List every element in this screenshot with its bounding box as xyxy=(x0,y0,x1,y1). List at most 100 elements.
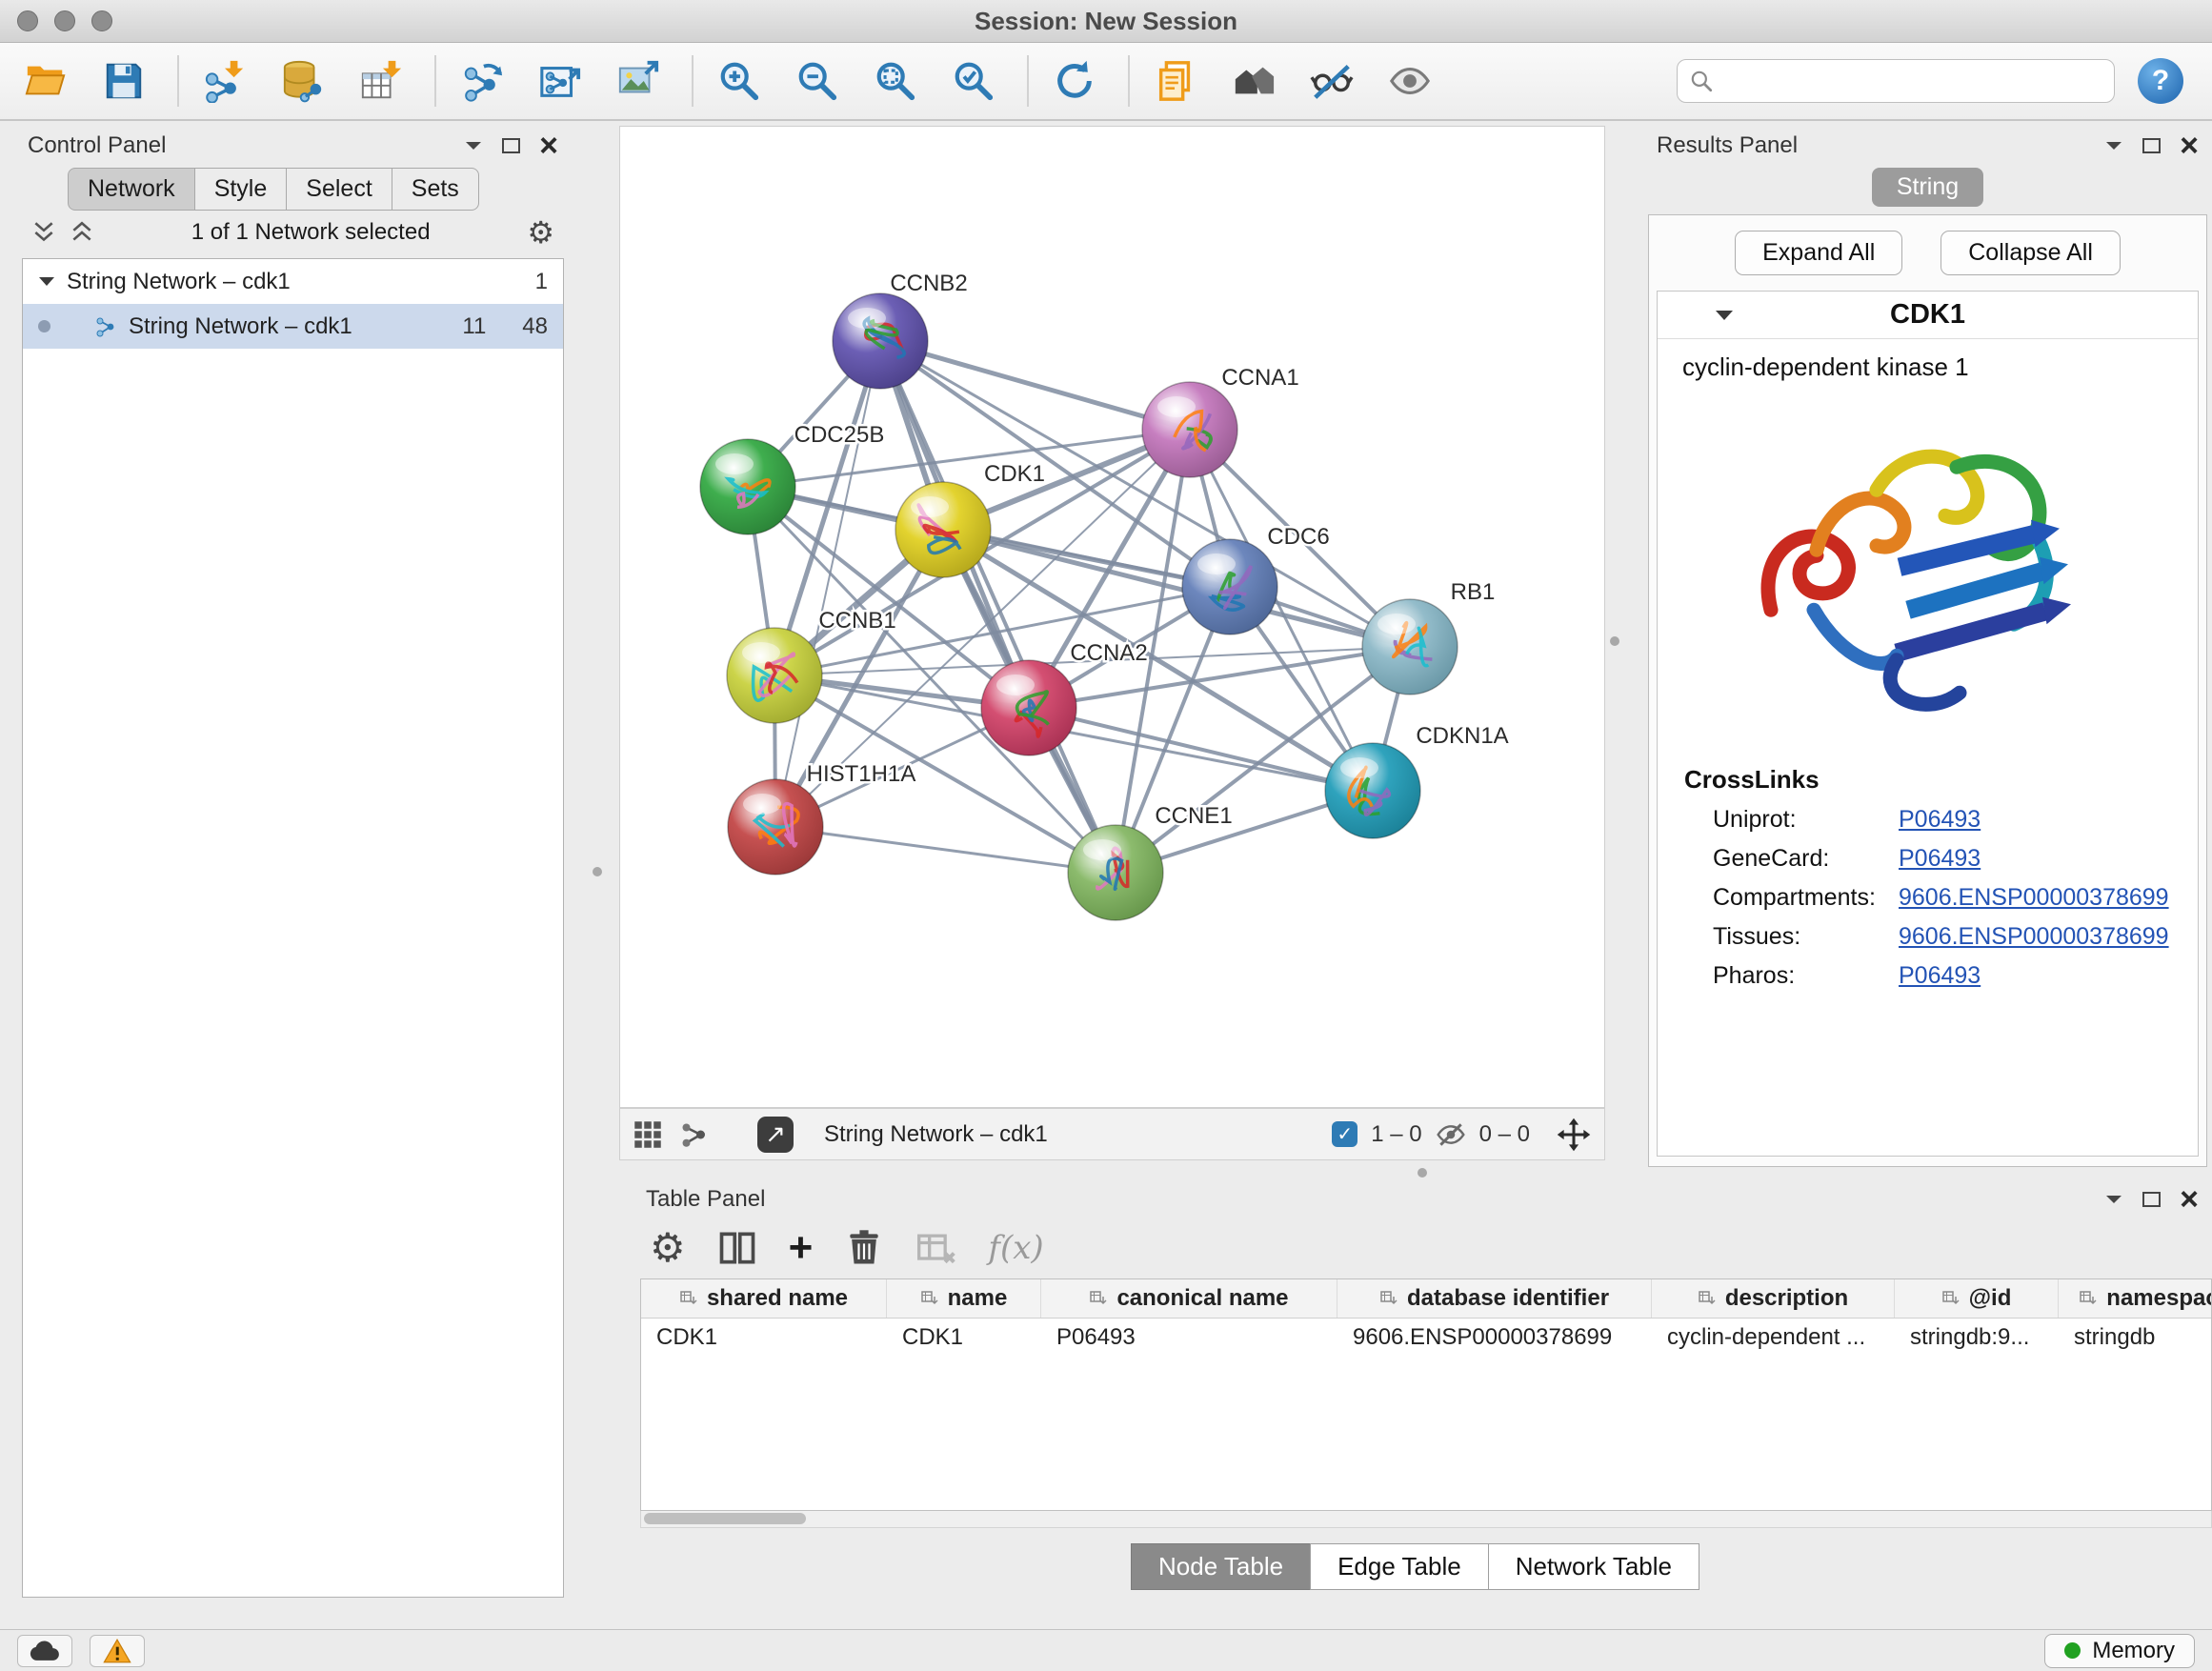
tab-string[interactable]: String xyxy=(1872,168,1983,207)
search-input[interactable] xyxy=(1723,68,2102,94)
float-panel-icon[interactable] xyxy=(2142,138,2161,153)
table-cell[interactable]: stringdb xyxy=(2059,1319,2212,1356)
column-header-canonical-name[interactable]: canonical name xyxy=(1041,1279,1337,1318)
section-collapse-icon[interactable] xyxy=(1715,310,1734,322)
crosslink-link[interactable]: 9606.ENSP00000378699 xyxy=(1899,923,2169,951)
table-cell[interactable]: P06493 xyxy=(1041,1319,1337,1356)
tab-node-table[interactable]: Node Table xyxy=(1131,1543,1311,1590)
expand-all-icon[interactable] xyxy=(31,221,56,244)
open-session-button[interactable] xyxy=(19,54,72,108)
new-network-button[interactable] xyxy=(455,54,509,108)
add-column-icon[interactable]: + xyxy=(789,1229,814,1267)
network-node-CCNA1[interactable]: CCNA1 xyxy=(1142,365,1299,477)
import-table-button[interactable] xyxy=(354,54,408,108)
left-splitter-handle[interactable] xyxy=(593,867,602,876)
network-collection-row[interactable]: String Network – cdk1 1 xyxy=(23,259,563,304)
hidden-eye-icon[interactable] xyxy=(1436,1119,1466,1150)
column-header-shared-name[interactable]: shared name xyxy=(641,1279,887,1318)
collapse-triangle-icon[interactable] xyxy=(38,276,55,288)
network-edge[interactable] xyxy=(775,341,880,827)
panel-menu-icon[interactable] xyxy=(464,140,483,152)
table-horizontal-scrollbar[interactable] xyxy=(640,1511,2212,1528)
zoom-in-button[interactable] xyxy=(713,54,766,108)
panel-menu-icon[interactable] xyxy=(2104,140,2123,152)
scrollbar-thumb[interactable] xyxy=(644,1513,806,1524)
move-crosshair-icon[interactable] xyxy=(1557,1117,1591,1152)
status-bar: Memory xyxy=(0,1629,2212,1671)
crosslink-link[interactable]: P06493 xyxy=(1899,806,1981,834)
help-button[interactable]: ? xyxy=(2138,58,2183,104)
export-network-button[interactable]: ↗ xyxy=(757,1117,794,1153)
zoom-selected-button[interactable] xyxy=(947,54,1000,108)
panel-menu-icon[interactable] xyxy=(2104,1194,2123,1206)
network-node-HIST1H1A[interactable]: HIST1H1A xyxy=(728,761,915,875)
float-panel-icon[interactable] xyxy=(2142,1192,2161,1207)
export-image-button[interactable] xyxy=(612,54,665,108)
network-edge[interactable] xyxy=(880,341,1116,873)
table-cell[interactable]: CDK1 xyxy=(887,1319,1041,1356)
columns-icon[interactable] xyxy=(716,1227,758,1269)
tab-sets[interactable]: Sets xyxy=(392,168,479,211)
column-header-namespac[interactable]: namespac xyxy=(2059,1279,2212,1318)
warnings-button[interactable] xyxy=(90,1635,145,1667)
tab-style[interactable]: Style xyxy=(194,168,288,211)
crosslink-link[interactable]: 9606.ENSP00000378699 xyxy=(1899,884,2169,912)
close-panel-icon[interactable]: × xyxy=(2180,136,2199,155)
export-image-icon xyxy=(616,59,660,103)
overview-button[interactable] xyxy=(1227,54,1280,108)
right-splitter-handle[interactable] xyxy=(1610,636,1619,646)
network-node-CCNB1[interactable]: CCNB1 xyxy=(727,608,896,723)
network-node-CDK1[interactable]: CDK1 xyxy=(895,461,1045,577)
collapse-all-icon[interactable] xyxy=(70,221,94,244)
import-network-database-button[interactable] xyxy=(276,54,330,108)
show-graphics-button[interactable] xyxy=(1383,54,1437,108)
crosslink-link[interactable]: P06493 xyxy=(1899,845,1981,873)
birdseye-grid-icon[interactable] xyxy=(633,1120,662,1149)
network-node-CCNB2[interactable]: CCNB2 xyxy=(833,271,968,389)
network-node-CDC6[interactable]: CDC6 xyxy=(1182,524,1330,634)
duplicate-document-button[interactable] xyxy=(1149,54,1202,108)
tab-select[interactable]: Select xyxy=(286,168,392,211)
network-share-icon[interactable] xyxy=(679,1120,708,1149)
collapse-all-button[interactable]: Collapse All xyxy=(1941,231,2121,275)
save-session-button[interactable] xyxy=(97,54,151,108)
clone-network-button[interactable] xyxy=(533,54,587,108)
network-node-RB1[interactable]: RB1 xyxy=(1362,579,1495,695)
zoom-fit-button[interactable] xyxy=(869,54,922,108)
column-header-description[interactable]: description xyxy=(1652,1279,1895,1318)
tab-network[interactable]: Network xyxy=(68,168,195,211)
table-cell[interactable]: CDK1 xyxy=(641,1319,887,1356)
memory-button[interactable]: Memory xyxy=(2044,1634,2195,1668)
float-panel-icon[interactable] xyxy=(502,138,520,153)
column-header-name[interactable]: name xyxy=(887,1279,1041,1318)
table-row[interactable]: CDK1CDK1P064939606.ENSP00000378699cyclin… xyxy=(641,1319,2211,1356)
tab-network-table[interactable]: Network Table xyxy=(1488,1543,1699,1590)
column-header-database-identifier[interactable]: database identifier xyxy=(1337,1279,1652,1318)
cloud-button[interactable] xyxy=(17,1635,72,1667)
table-cell[interactable]: cyclin-dependent ... xyxy=(1652,1319,1895,1356)
crosslink-link[interactable]: P06493 xyxy=(1899,962,1981,990)
trash-icon[interactable] xyxy=(843,1227,885,1269)
column-header-@id[interactable]: @id xyxy=(1895,1279,2059,1318)
network-node-CDKN1A[interactable]: CDKN1A xyxy=(1325,723,1509,838)
close-panel-icon[interactable]: × xyxy=(539,136,558,155)
expand-all-button[interactable]: Expand All xyxy=(1735,231,1902,275)
close-panel-icon[interactable]: × xyxy=(2180,1190,2199,1209)
network-graph[interactable]: CCNB2CCNA1CDC25BCDK1CDC6RB1CCNB1CCNA2CDK… xyxy=(620,127,1606,1109)
network-canvas[interactable]: CCNB2CCNA1CDC25BCDK1CDC6RB1CCNB1CCNA2CDK… xyxy=(619,126,1605,1108)
crosslink-label: Pharos: xyxy=(1713,962,1899,990)
apply-layout-button[interactable] xyxy=(1048,54,1101,108)
gene-section-header[interactable]: CDK1 xyxy=(1658,292,2198,339)
table-settings-gear-icon[interactable]: ⚙ xyxy=(650,1234,686,1262)
table-cell[interactable]: 9606.ENSP00000378699 xyxy=(1337,1319,1652,1356)
bottom-splitter-handle[interactable] xyxy=(1418,1168,1427,1178)
zoom-out-button[interactable] xyxy=(791,54,844,108)
hide-graphics-button[interactable] xyxy=(1305,54,1358,108)
gear-icon[interactable]: ⚙ xyxy=(527,218,554,247)
network-edge[interactable] xyxy=(775,827,1116,873)
tab-edge-table[interactable]: Edge Table xyxy=(1310,1543,1489,1590)
selected-checkbox-icon[interactable]: ✓ xyxy=(1332,1121,1357,1147)
network-row[interactable]: String Network – cdk1 11 48 xyxy=(23,304,563,349)
import-network-button[interactable] xyxy=(198,54,251,108)
table-cell[interactable]: stringdb:9... xyxy=(1895,1319,2059,1356)
